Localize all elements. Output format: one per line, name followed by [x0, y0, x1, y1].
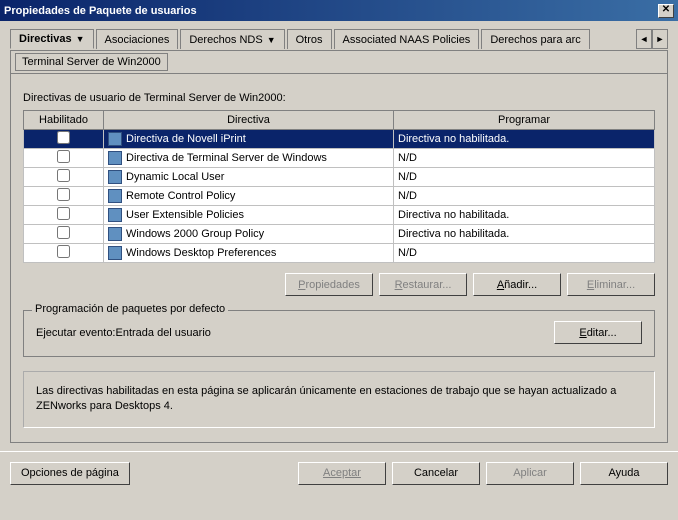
table-row[interactable]: Directiva de Terminal Server de Windows N… [24, 149, 655, 168]
restore-button: Restaurar... [379, 273, 467, 296]
enabled-cell [24, 130, 104, 149]
policy-cell: Windows Desktop Preferences [104, 244, 394, 263]
tab-scroll-nav: ◄ ► [636, 29, 668, 49]
table-row[interactable]: Directiva de Novell iPrint Directiva no h… [24, 130, 655, 149]
table-buttons: Propiedades Restaurar... Añadir... Elimi… [23, 273, 655, 296]
policy-name: Windows Desktop Preferences [126, 247, 276, 259]
enabled-checkbox[interactable] [57, 169, 70, 182]
table-row[interactable]: Windows 2000 Group Policy Directiva no ha… [24, 225, 655, 244]
schedule-cell: Directiva no habilitada. [394, 206, 655, 225]
edit-button[interactable]: Editar... [554, 321, 642, 344]
policy-cell: Directiva de Terminal Server de Windows [104, 149, 394, 168]
enabled-checkbox[interactable] [57, 226, 70, 239]
schedule-cell: N/D [394, 244, 655, 263]
bottom-bar: Opciones de página Aceptar Cancelar Apli… [0, 451, 678, 495]
enabled-cell [24, 244, 104, 263]
tab-directivas-label: Directivas [19, 33, 72, 45]
table-row[interactable]: User Extensible Policies Directiva no hab… [24, 206, 655, 225]
policy-name: Dynamic Local User [126, 171, 224, 183]
schedule-cell: Directiva no habilitada. [394, 130, 655, 149]
window-content: Directivas ▼ Asociaciones Derechos NDS ▼… [0, 21, 678, 451]
enabled-checkbox[interactable] [57, 245, 70, 258]
policy-cell: Dynamic Local User [104, 168, 394, 187]
section-label: Directivas de usuario de Terminal Server… [23, 92, 655, 104]
add-label: ñadir... [504, 279, 537, 291]
tab-naas-policies[interactable]: Associated NAAS Policies [334, 29, 480, 49]
restore-label: estaurar... [403, 279, 452, 291]
policy-name: Directiva de Terminal Server de Windows [126, 152, 327, 164]
main-panel: Directivas de usuario de Terminal Server… [10, 74, 668, 443]
page-options-button[interactable]: Opciones de página [10, 462, 130, 485]
policy-icon [108, 246, 122, 260]
schedule-cell: N/D [394, 187, 655, 206]
table-row[interactable]: Dynamic Local User N/D [24, 168, 655, 187]
policy-icon [108, 227, 122, 241]
policy-cell: Remote Control Policy [104, 187, 394, 206]
title-bar: Propiedades de Paquete de usuarios ✕ [0, 0, 678, 21]
dropdown-arrow-icon: ▼ [76, 34, 85, 44]
policy-name: User Extensible Policies [126, 209, 244, 221]
policy-table: Habilitado Directiva Programar Directiva… [23, 110, 655, 263]
tab-row: Directivas ▼ Asociaciones Derechos NDS ▼… [10, 29, 668, 49]
enabled-checkbox[interactable] [57, 188, 70, 201]
window-title: Propiedades de Paquete de usuarios [4, 5, 197, 17]
ok-button: Aceptar [298, 462, 386, 485]
dropdown-arrow-icon: ▼ [267, 35, 276, 45]
delete-label: liminar... [594, 279, 635, 291]
close-icon[interactable]: ✕ [658, 4, 674, 18]
policy-name: Windows 2000 Group Policy [126, 228, 264, 240]
policy-cell: Directiva de Novell iPrint [104, 130, 394, 149]
run-event-label: Ejecutar evento:Entrada del usuario [36, 327, 211, 339]
col-header-enabled[interactable]: Habilitado [24, 111, 104, 130]
tab-derechos-nds[interactable]: Derechos NDS ▼ [180, 29, 284, 49]
enabled-checkbox[interactable] [57, 150, 70, 163]
subtab-row: Terminal Server de Win2000 [10, 50, 668, 74]
enabled-cell [24, 206, 104, 225]
enabled-cell [24, 187, 104, 206]
policy-icon [108, 132, 122, 146]
groupbox-title: Programación de paquetes por defecto [32, 303, 228, 315]
cancel-button[interactable]: Cancelar [392, 462, 480, 485]
enabled-cell [24, 168, 104, 187]
tab-scroll-left-icon[interactable]: ◄ [636, 29, 652, 49]
tab-directivas[interactable]: Directivas ▼ [10, 29, 94, 49]
edit-label: ditar... [587, 327, 617, 339]
enabled-checkbox[interactable] [57, 207, 70, 220]
properties-label: ropiedades [305, 279, 359, 291]
col-header-schedule[interactable]: Programar [394, 111, 655, 130]
help-button[interactable]: Ayuda [580, 462, 668, 485]
tab-scroll-right-icon[interactable]: ► [652, 29, 668, 49]
enabled-cell [24, 225, 104, 244]
tab-otros[interactable]: Otros [287, 29, 332, 49]
tab-derechos-arc[interactable]: Derechos para arc [481, 29, 590, 49]
enabled-cell [24, 149, 104, 168]
schedule-cell: Directiva no habilitada. [394, 225, 655, 244]
policy-cell: User Extensible Policies [104, 206, 394, 225]
policy-icon [108, 170, 122, 184]
schedule-cell: N/D [394, 168, 655, 187]
properties-button: Propiedades [285, 273, 373, 296]
policy-icon [108, 189, 122, 203]
policy-icon [108, 208, 122, 222]
policy-icon [108, 151, 122, 165]
delete-button: Eliminar... [567, 273, 655, 296]
apply-button: Aplicar [486, 462, 574, 485]
enabled-checkbox[interactable] [57, 131, 70, 144]
schedule-groupbox: Programación de paquetes por defecto Eje… [23, 310, 655, 357]
tab-asociaciones[interactable]: Asociaciones [96, 29, 179, 49]
info-box: Las directivas habilitadas en esta págin… [23, 371, 655, 428]
table-row[interactable]: Remote Control Policy N/D [24, 187, 655, 206]
table-row[interactable]: Windows Desktop Preferences N/D [24, 244, 655, 263]
ok-label: Aceptar [323, 467, 361, 479]
subtab-terminal-server[interactable]: Terminal Server de Win2000 [15, 53, 168, 71]
policy-cell: Windows 2000 Group Policy [104, 225, 394, 244]
policy-name: Directiva de Novell iPrint [126, 133, 246, 145]
col-header-policy[interactable]: Directiva [104, 111, 394, 130]
tab-derechos-nds-label: Derechos NDS [189, 34, 262, 46]
schedule-cell: N/D [394, 149, 655, 168]
policy-name: Remote Control Policy [126, 190, 235, 202]
add-button[interactable]: Añadir... [473, 273, 561, 296]
